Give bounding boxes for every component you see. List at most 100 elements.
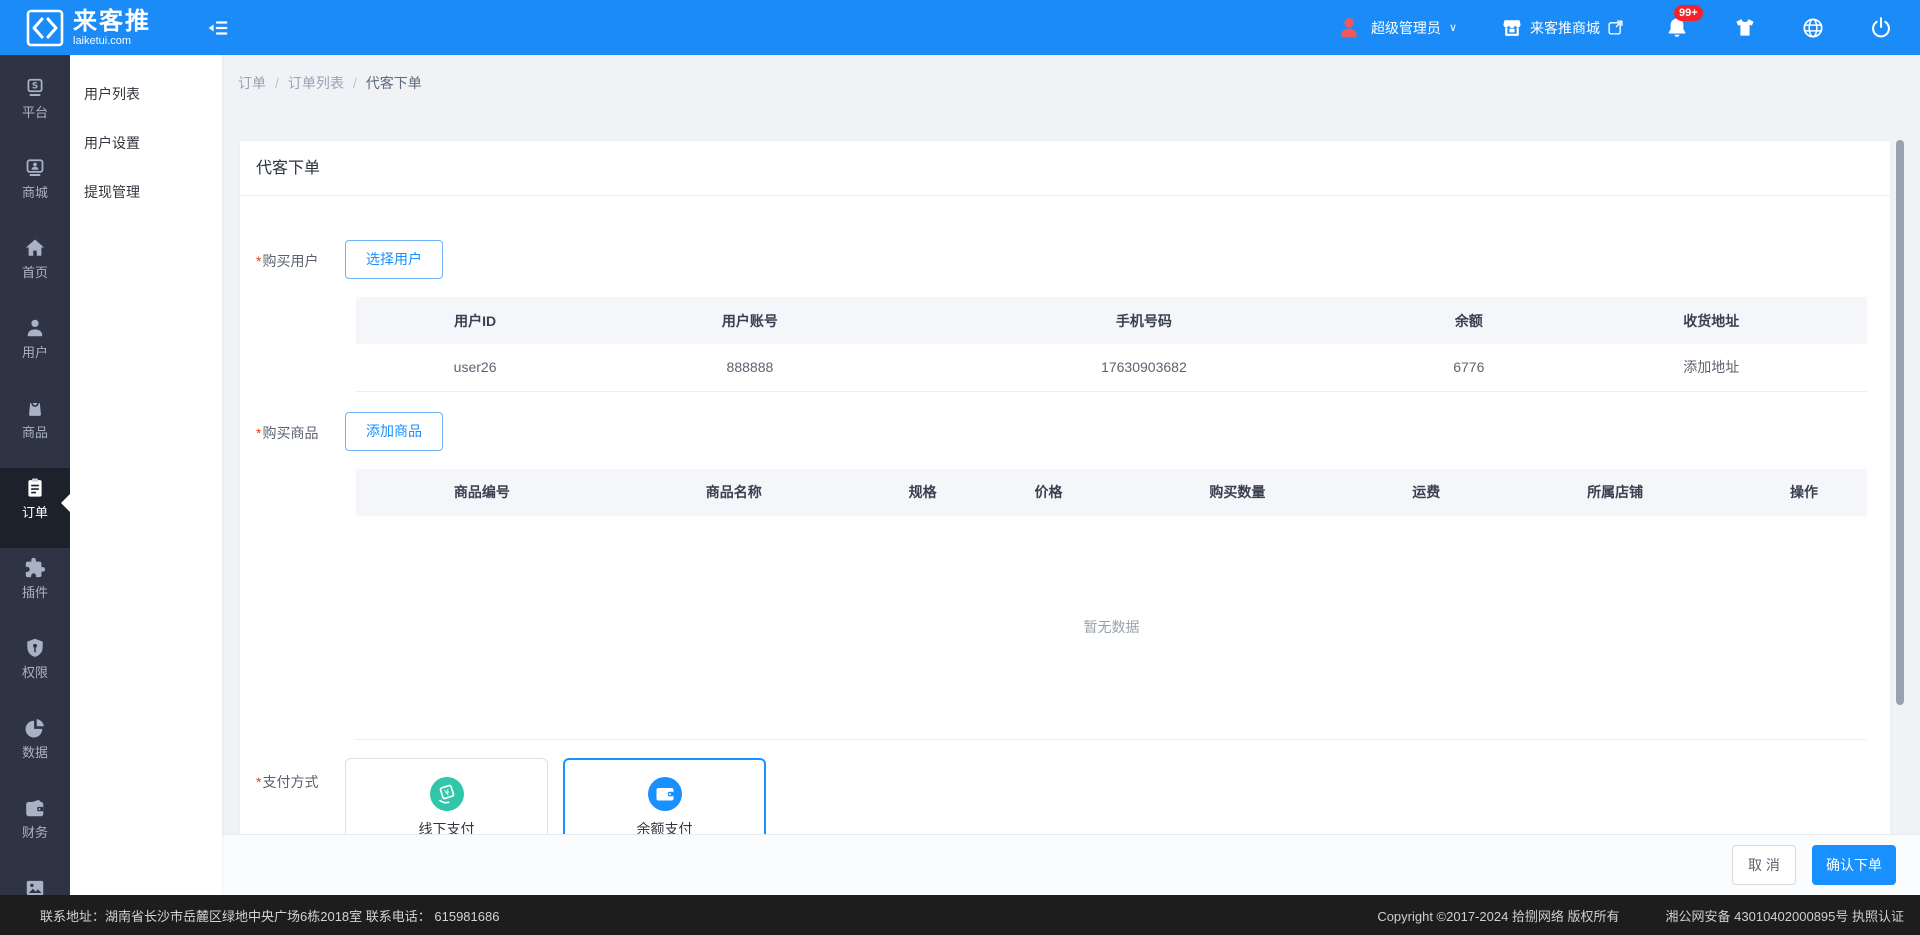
- confirm-order-button[interactable]: 确认下单: [1812, 845, 1896, 885]
- store-icon: [1501, 17, 1523, 39]
- brand-logo-icon: [26, 9, 64, 47]
- col-store: 所属店铺: [1489, 469, 1741, 516]
- chevron-down-icon: ∨: [1449, 21, 1457, 34]
- footer-copyright: Copyright ©2017-2024 拾捌网络 版权所有: [1377, 906, 1619, 925]
- home-icon: [24, 237, 46, 259]
- cancel-button[interactable]: 取 消: [1732, 845, 1796, 885]
- finance-wallet-icon: [24, 797, 46, 819]
- page-title: 代客下单: [240, 141, 1890, 196]
- breadcrumb-separator: /: [275, 75, 279, 91]
- goods-label: *购买商品: [256, 412, 345, 443]
- platform-s-icon: S: [24, 77, 46, 99]
- merch-button[interactable]: [1732, 15, 1758, 41]
- user-menu[interactable]: 超级管理员 ∨: [1336, 15, 1457, 41]
- main-sidebar: S 平台 商城 首页 用户: [0, 55, 70, 895]
- shop-link[interactable]: 来客推商城: [1501, 17, 1624, 39]
- buyer-section: *购买用户 选择用户: [256, 240, 1890, 279]
- submenu-item-user-list[interactable]: 用户列表: [70, 70, 222, 119]
- globe-icon: [1801, 16, 1825, 40]
- balance-pay-icon: [648, 777, 682, 811]
- power-icon: [1869, 16, 1893, 40]
- secondary-sidebar: 用户列表 用户设置 提现管理: [70, 55, 222, 895]
- user-icon: [24, 317, 46, 339]
- breadcrumb-separator: /: [353, 75, 357, 91]
- col-address: 收货地址: [1555, 297, 1867, 344]
- action-bar: 取 消 确认下单: [222, 834, 1920, 895]
- submenu-item-withdraw-management[interactable]: 提现管理: [70, 168, 222, 217]
- cell-balance: 6776: [1382, 344, 1555, 391]
- payment-label: *支付方式: [256, 758, 345, 792]
- menu-fold-icon[interactable]: [207, 17, 229, 39]
- user-name: 超级管理员: [1371, 18, 1441, 38]
- footer: 联系地址：湖南省长沙市岳麓区绿地中央广场6栋2018室 联系电话： 615981…: [0, 895, 1920, 935]
- sidebar-item-permissions[interactable]: 权限: [0, 628, 70, 708]
- buyer-table-header-row: 用户ID 用户账号 手机号码 余额 收货地址: [356, 297, 1867, 344]
- topbar: 来客推 laiketui.com 超级管理员 ∨: [0, 0, 1920, 55]
- payment-method-offline[interactable]: ¥ 线下支付: [345, 758, 548, 835]
- permission-shield-icon: [24, 637, 46, 659]
- buyer-label: *购买用户: [256, 240, 345, 271]
- col-goods-no: 商品编号: [356, 469, 608, 516]
- plugin-puzzle-icon: [24, 557, 46, 579]
- buyer-table-row: user26 888888 17630903682 6776 添加地址: [356, 344, 1867, 391]
- col-user-id: 用户ID: [356, 297, 594, 344]
- logo[interactable]: 来客推 laiketui.com: [0, 9, 195, 47]
- order-form-card: 代客下单 *购买用户 选择用户 用户ID 用户账号: [240, 141, 1890, 834]
- sidebar-item-users[interactable]: 用户: [0, 308, 70, 388]
- buyer-table: 用户ID 用户账号 手机号码 余额 收货地址 user26 888888: [356, 297, 1867, 392]
- sidebar-item-platform[interactable]: S 平台: [0, 68, 70, 148]
- col-spec: 规格: [860, 469, 986, 516]
- cell-account: 888888: [594, 344, 906, 391]
- vertical-scrollbar[interactable]: [1896, 140, 1904, 705]
- required-asterisk: *: [256, 774, 261, 790]
- goods-table: 商品编号 商品名称 规格 价格 购买数量 运费 所属店铺 操作: [356, 469, 1867, 516]
- footer-beian[interactable]: 湘公网安备 43010402000895号 执照认证: [1666, 906, 1904, 925]
- payment-method-balance[interactable]: 余额支付: [563, 758, 766, 835]
- add-goods-button[interactable]: 添加商品: [345, 412, 443, 451]
- content-area: 订单 / 订单列表 / 代客下单 代客下单 *购买用户 选择用户: [222, 55, 1920, 895]
- required-asterisk: *: [256, 253, 261, 269]
- logout-button[interactable]: [1868, 15, 1894, 41]
- sidebar-item-goods[interactable]: 商品: [0, 388, 70, 468]
- cell-user-id: user26: [356, 344, 594, 391]
- breadcrumb-orders[interactable]: 订单: [238, 73, 266, 93]
- sidebar-item-finance[interactable]: 财务: [0, 788, 70, 868]
- footer-contact: 联系地址：湖南省长沙市岳麓区绿地中央广场6栋2018室 联系电话： 615981…: [0, 906, 499, 925]
- add-address-link[interactable]: 添加地址: [1555, 344, 1867, 391]
- col-goods-name: 商品名称: [608, 469, 860, 516]
- brand-subtitle: laiketui.com: [73, 35, 151, 47]
- active-notch: [61, 494, 70, 512]
- sidebar-item-plugins[interactable]: 插件: [0, 548, 70, 628]
- sidebar-item-data[interactable]: 数据: [0, 708, 70, 788]
- payment-method-name: 线下支付: [346, 819, 547, 835]
- order-clipboard-icon: [24, 477, 46, 499]
- cell-phone: 17630903682: [906, 344, 1382, 391]
- submenu-item-user-settings[interactable]: 用户设置: [70, 119, 222, 168]
- svg-text:S: S: [32, 82, 38, 92]
- data-pie-icon: [24, 717, 46, 739]
- app-window: 来客推 laiketui.com 超级管理员 ∨: [0, 0, 1920, 935]
- payment-section: *支付方式 ¥: [256, 758, 1890, 835]
- col-phone: 手机号码: [906, 297, 1382, 344]
- breadcrumb-order-list[interactable]: 订单列表: [288, 73, 344, 93]
- brand-title: 来客推: [73, 9, 151, 35]
- goods-section: *购买商品 添加商品: [256, 412, 1890, 451]
- breadcrumb-current: 代客下单: [366, 73, 422, 93]
- select-user-button[interactable]: 选择用户: [345, 240, 443, 279]
- language-button[interactable]: [1800, 15, 1826, 41]
- scroll-viewport: 代客下单 *购买用户 选择用户 用户ID 用户账号: [222, 111, 1920, 834]
- offline-pay-icon: ¥: [430, 777, 464, 811]
- external-link-icon: [1607, 19, 1624, 36]
- shop-name: 来客推商城: [1530, 18, 1600, 38]
- goods-table-header-row: 商品编号 商品名称 规格 价格 购买数量 运费 所属店铺 操作: [356, 469, 1867, 516]
- sidebar-item-home[interactable]: 首页: [0, 228, 70, 308]
- goods-empty-state: 暂无数据: [356, 516, 1867, 740]
- sidebar-item-mall[interactable]: 商城: [0, 148, 70, 228]
- mall-idcard-icon: [24, 157, 46, 179]
- sidebar-item-orders[interactable]: 订单: [0, 468, 70, 548]
- avatar: [1336, 15, 1362, 41]
- col-account: 用户账号: [594, 297, 906, 344]
- col-operation: 操作: [1741, 469, 1867, 516]
- goods-bag-icon: [24, 397, 46, 419]
- notifications-button[interactable]: 99+: [1664, 15, 1690, 41]
